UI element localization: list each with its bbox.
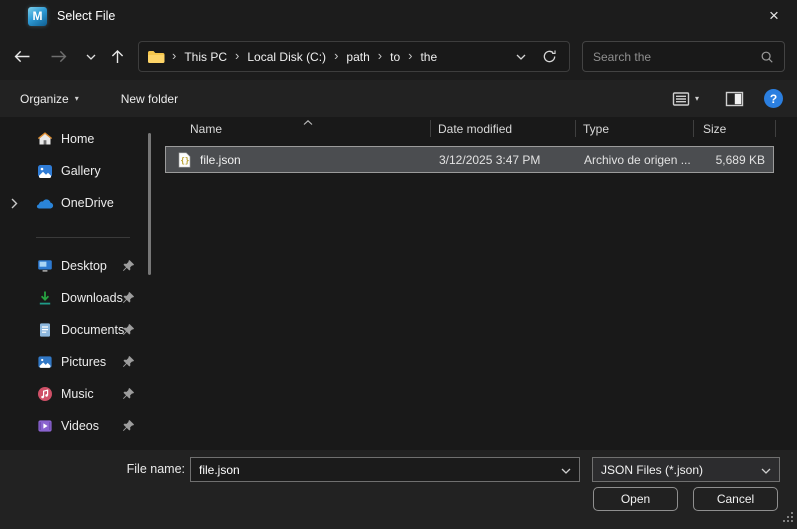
pin-icon	[122, 259, 135, 275]
pin-icon	[122, 419, 135, 435]
documents-icon	[36, 322, 53, 339]
chevron-down-icon	[761, 463, 771, 477]
pin-icon	[122, 291, 135, 307]
file-name-value: file.json	[199, 463, 240, 477]
column-header-date-modified[interactable]: Date modified	[438, 120, 512, 138]
refresh-icon[interactable]	[542, 49, 557, 64]
home-icon	[36, 131, 53, 148]
resize-grip[interactable]	[783, 512, 794, 526]
desktop-icon	[36, 258, 53, 275]
sidebar-item-label: Pictures	[61, 355, 106, 369]
close-button[interactable]: ×	[751, 0, 797, 32]
search-input[interactable]: Search the	[582, 41, 785, 72]
breadcrumb-this-pc[interactable]: This PC	[177, 47, 234, 67]
select-file-dialog: M Select File × › This PC › Local Disk (…	[0, 0, 797, 529]
breadcrumb-path[interactable]: path	[339, 47, 376, 67]
breadcrumb-local-disk[interactable]: Local Disk (C:)	[240, 47, 333, 67]
videos-icon	[36, 418, 53, 435]
titlebar: M Select File ×	[0, 0, 797, 32]
sidebar-scrollbar[interactable]	[148, 133, 151, 275]
navigation-pane: Home Gallery OneDrive	[0, 117, 157, 450]
help-glyph: ?	[770, 92, 777, 106]
caret-down-icon: ▾	[695, 94, 699, 103]
file-name-input[interactable]: file.json	[190, 457, 580, 482]
cancel-button[interactable]: Cancel	[693, 487, 778, 511]
sidebar-item-label: Music	[61, 387, 94, 401]
new-folder-button[interactable]: New folder	[111, 87, 188, 111]
folder-icon	[147, 50, 165, 64]
file-type-value: JSON Files (*.json)	[601, 463, 703, 477]
pin-icon	[122, 387, 135, 403]
downloads-icon	[36, 290, 53, 307]
column-divider[interactable]	[430, 120, 431, 137]
sort-ascending-icon	[303, 114, 313, 128]
file-row-selected[interactable]: {} file.json 3/12/2025 3:47 PM Archivo d…	[165, 146, 774, 173]
up-button[interactable]	[102, 41, 132, 72]
file-type: Archivo de origen ...	[584, 147, 691, 172]
help-button[interactable]: ?	[764, 89, 783, 108]
command-bar: Organize ▾ New folder ▾ ?	[0, 80, 797, 117]
onedrive-icon	[36, 195, 53, 212]
column-divider[interactable]	[775, 120, 776, 137]
sidebar-divider	[36, 237, 130, 238]
sidebar-item-label: Downloads	[61, 291, 123, 305]
arrow-left-icon	[14, 50, 31, 63]
column-header-name[interactable]: Name	[190, 120, 222, 138]
json-file-icon: {}	[178, 147, 191, 172]
sidebar-item-label: Home	[61, 132, 94, 146]
search-placeholder: Search the	[593, 50, 651, 64]
app-icon-letter: M	[33, 9, 43, 23]
app-icon: M	[28, 7, 47, 26]
pin-icon	[122, 355, 135, 371]
pin-icon	[122, 323, 135, 339]
preview-pane-icon[interactable]	[725, 91, 744, 107]
sidebar-item-home[interactable]: Home	[0, 126, 150, 152]
caret-down-icon: ▾	[75, 94, 79, 103]
column-header-size[interactable]: Size	[703, 120, 726, 138]
new-folder-label: New folder	[121, 92, 178, 106]
svg-text:{}: {}	[180, 156, 189, 165]
sidebar-item-label: Videos	[61, 419, 99, 433]
sidebar-item-label: Gallery	[61, 164, 101, 178]
back-button[interactable]	[6, 41, 38, 72]
pictures-icon	[36, 354, 53, 371]
gallery-icon	[36, 163, 53, 180]
column-divider[interactable]	[693, 120, 694, 137]
address-bar[interactable]: › This PC › Local Disk (C:) › path › to …	[138, 41, 570, 72]
file-date-modified: 3/12/2025 3:47 PM	[439, 147, 540, 172]
organize-button[interactable]: Organize ▾	[10, 87, 89, 111]
search-icon	[760, 50, 774, 64]
file-name: file.json	[200, 147, 241, 172]
sidebar-item-label: OneDrive	[61, 196, 114, 210]
view-mode-button[interactable]: ▾	[672, 91, 699, 107]
breadcrumb-the[interactable]: the	[413, 47, 444, 67]
window-title: Select File	[57, 9, 115, 23]
file-size: 5,689 KB	[716, 147, 765, 172]
file-list-area[interactable]: Name Date modified Type Size {}	[165, 117, 797, 450]
breadcrumb-to[interactable]: to	[383, 47, 407, 67]
file-type-select[interactable]: JSON Files (*.json)	[592, 457, 780, 482]
breadcrumb: › This PC › Local Disk (C:) › path › to …	[171, 47, 444, 67]
arrow-right-icon	[50, 50, 67, 63]
forward-button[interactable]	[42, 41, 74, 72]
column-header-type[interactable]: Type	[583, 120, 609, 138]
chevron-down-icon[interactable]	[561, 463, 571, 477]
column-divider[interactable]	[575, 120, 576, 137]
sidebar-item-label: Documents	[61, 323, 124, 337]
music-icon	[36, 386, 53, 403]
main-area: Home Gallery OneDrive	[0, 117, 797, 450]
recent-locations-button[interactable]	[77, 41, 105, 72]
arrow-up-icon	[111, 49, 124, 64]
address-dropdown-icon[interactable]	[516, 54, 526, 60]
chevron-down-icon	[86, 54, 96, 60]
dialog-footer: File name: file.json JSON Files (*.json)…	[0, 450, 797, 529]
sidebar-item-gallery[interactable]: Gallery	[0, 158, 150, 184]
sidebar-item-label: Desktop	[61, 259, 107, 273]
open-button[interactable]: Open	[593, 487, 678, 511]
sidebar-item-onedrive[interactable]: OneDrive	[0, 190, 150, 216]
file-name-label: File name:	[100, 462, 185, 476]
details-view-icon	[672, 91, 690, 107]
organize-label: Organize	[20, 92, 69, 106]
